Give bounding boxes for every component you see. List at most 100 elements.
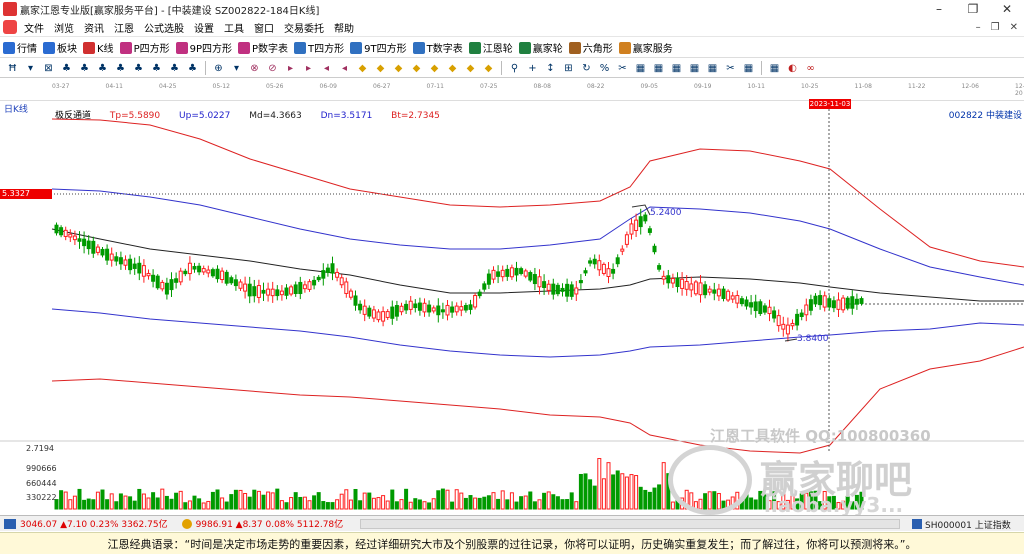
drawing-tool-icon[interactable]: Ħ	[4, 60, 21, 76]
candle-body	[82, 238, 87, 247]
volume-bar	[523, 495, 528, 510]
drawing-tool-icon[interactable]: ⊗	[246, 60, 263, 76]
date-tag: 2023-11-03	[809, 99, 851, 109]
menu-trade[interactable]: 交易委托	[279, 20, 329, 35]
drawing-tool-icon[interactable]: ▦	[650, 60, 667, 76]
restore-button[interactable]: ❐	[956, 0, 990, 18]
drawing-tool-icon[interactable]: ▦	[632, 60, 649, 76]
volume-bar	[408, 501, 413, 510]
drawing-tool-icon[interactable]: ◂	[336, 60, 353, 76]
drawing-tool-icon[interactable]: ▦	[668, 60, 685, 76]
drawing-tool-icon[interactable]: ◂	[318, 60, 335, 76]
menu-help[interactable]: 帮助	[329, 20, 359, 35]
drawing-tool-icon[interactable]: ◆	[444, 60, 461, 76]
volume-bar	[82, 499, 87, 510]
candle-body	[813, 295, 818, 305]
drawing-tool-icon[interactable]: ⚲	[506, 60, 523, 76]
menu-formula-select[interactable]: 公式选股	[139, 20, 189, 35]
toolbar-button-4[interactable]: 9P四方形	[173, 40, 235, 55]
volume-bar	[436, 490, 441, 510]
mdi-minimize-button[interactable]: –	[976, 22, 981, 33]
drawing-tool-icon[interactable]: ⊘	[264, 60, 281, 76]
candle-body	[831, 300, 836, 309]
drawing-tool-icon[interactable]: ⊠	[40, 60, 57, 76]
drawing-tool-icon[interactable]: ◆	[354, 60, 371, 76]
drawing-tool-icon[interactable]: ▸	[300, 60, 317, 76]
toolbar-button-8[interactable]: T数字表	[410, 40, 466, 55]
candle-body	[578, 280, 583, 284]
menu-window[interactable]: 窗口	[249, 20, 279, 35]
close-button[interactable]: ✕	[990, 0, 1024, 18]
candle-body	[818, 295, 823, 306]
chart-pane[interactable]: 03-27 04-11 04-25 05-12 05-26 06-09 06-27 07-11…	[0, 79, 1024, 517]
drawing-tool-icon[interactable]: ◐	[784, 60, 801, 76]
drawing-tool-icon[interactable]: ♣	[76, 60, 93, 76]
drawing-tool-icon[interactable]: ⊕	[210, 60, 227, 76]
drawing-tool-icon[interactable]: ▸	[282, 60, 299, 76]
drawing-tool-icon[interactable]: +	[524, 60, 541, 76]
volume-bar	[551, 494, 556, 510]
drawing-tool-icon[interactable]: ◆	[426, 60, 443, 76]
candle-body	[105, 248, 110, 261]
candle-body	[86, 240, 91, 250]
drawing-tool-icon[interactable]: ♣	[166, 60, 183, 76]
toolbar-button-7[interactable]: 9T四方形	[347, 40, 409, 55]
drawing-tool-icon[interactable]: ▦	[686, 60, 703, 76]
drawing-tool-icon[interactable]: ▦	[740, 60, 757, 76]
drawing-tool-icon[interactable]: ▦	[704, 60, 721, 76]
menu-news[interactable]: 资讯	[79, 20, 109, 35]
menu-settings[interactable]: 设置	[189, 20, 219, 35]
drawing-tool-icon[interactable]: ◆	[480, 60, 497, 76]
menu-browse[interactable]: 浏览	[49, 20, 79, 35]
drawing-tool-icon[interactable]: %	[596, 60, 613, 76]
menu-file[interactable]: 文件	[19, 20, 49, 35]
drawing-tool-icon[interactable]: ✂	[614, 60, 631, 76]
candle-body	[565, 283, 570, 297]
candle-body	[123, 259, 128, 266]
9t-square-icon	[350, 41, 363, 54]
drawing-tool-icon[interactable]: ⊞	[560, 60, 577, 76]
status-bar: 3046.07 ▲7.10 0.23% 3362.75亿 9986.91 ▲8.…	[0, 515, 1024, 531]
drawing-tool-icon[interactable]: ↕	[542, 60, 559, 76]
drawing-tool-icon[interactable]: ♣	[94, 60, 111, 76]
candle-body	[634, 219, 639, 231]
toolbar-button-0[interactable]: 行情	[0, 40, 40, 55]
volume-bar	[620, 473, 625, 510]
toolbar-button-12[interactable]: 赢家服务	[616, 40, 676, 55]
minimize-button[interactable]: –	[922, 0, 956, 18]
mdi-close-button[interactable]: ✕	[1010, 22, 1018, 33]
drawing-tool-icon[interactable]: ♣	[130, 60, 147, 76]
9p-square-icon	[175, 41, 188, 54]
horizontal-scrollbar[interactable]	[360, 519, 900, 529]
drawing-tool-icon[interactable]: ♣	[58, 60, 75, 76]
drawing-tool-icon[interactable]: ↻	[578, 60, 595, 76]
watermark-url: liaoba.yy3...	[764, 493, 904, 517]
candle-body	[54, 224, 59, 234]
drawing-tool-icon[interactable]: ♣	[112, 60, 129, 76]
toolbar-button-9[interactable]: 江恩轮	[466, 40, 516, 55]
drawing-tool-icon[interactable]: ◆	[372, 60, 389, 76]
drawing-tool-icon[interactable]: ◆	[462, 60, 479, 76]
drawing-tool-icon[interactable]: ∞	[802, 60, 819, 76]
toolbar-button-6[interactable]: T四方形	[291, 40, 347, 55]
toolbar-button-2[interactable]: K线	[80, 40, 117, 55]
menu-gann[interactable]: 江恩	[109, 20, 139, 35]
menu-tools[interactable]: 工具	[219, 20, 249, 35]
toolbar-button-1[interactable]: 板块	[40, 40, 80, 55]
drawing-tool-icon[interactable]: ✂	[722, 60, 739, 76]
toolbar-button-5[interactable]: P数字表	[235, 40, 291, 55]
drawing-tool-icon[interactable]: ◆	[390, 60, 407, 76]
drawing-tool-icon[interactable]: ♣	[184, 60, 201, 76]
drawing-tool-icon[interactable]: ◆	[408, 60, 425, 76]
candle-body	[160, 281, 165, 290]
drawing-tool-icon[interactable]: ♣	[148, 60, 165, 76]
toolbar-button-10[interactable]: 赢家轮	[516, 40, 566, 55]
drawing-tool-icon[interactable]: ▾	[22, 60, 39, 76]
drawing-tool-icon[interactable]: ▾	[228, 60, 245, 76]
toolbar-button-3[interactable]: P四方形	[117, 40, 173, 55]
drawing-tool-icon[interactable]: ▦	[766, 60, 783, 76]
candle-body	[261, 289, 266, 294]
current-index-label[interactable]: SH000001 上证指数	[925, 518, 1011, 531]
toolbar-button-11[interactable]: 六角形	[566, 40, 616, 55]
mdi-restore-button[interactable]: ❐	[991, 22, 1000, 33]
